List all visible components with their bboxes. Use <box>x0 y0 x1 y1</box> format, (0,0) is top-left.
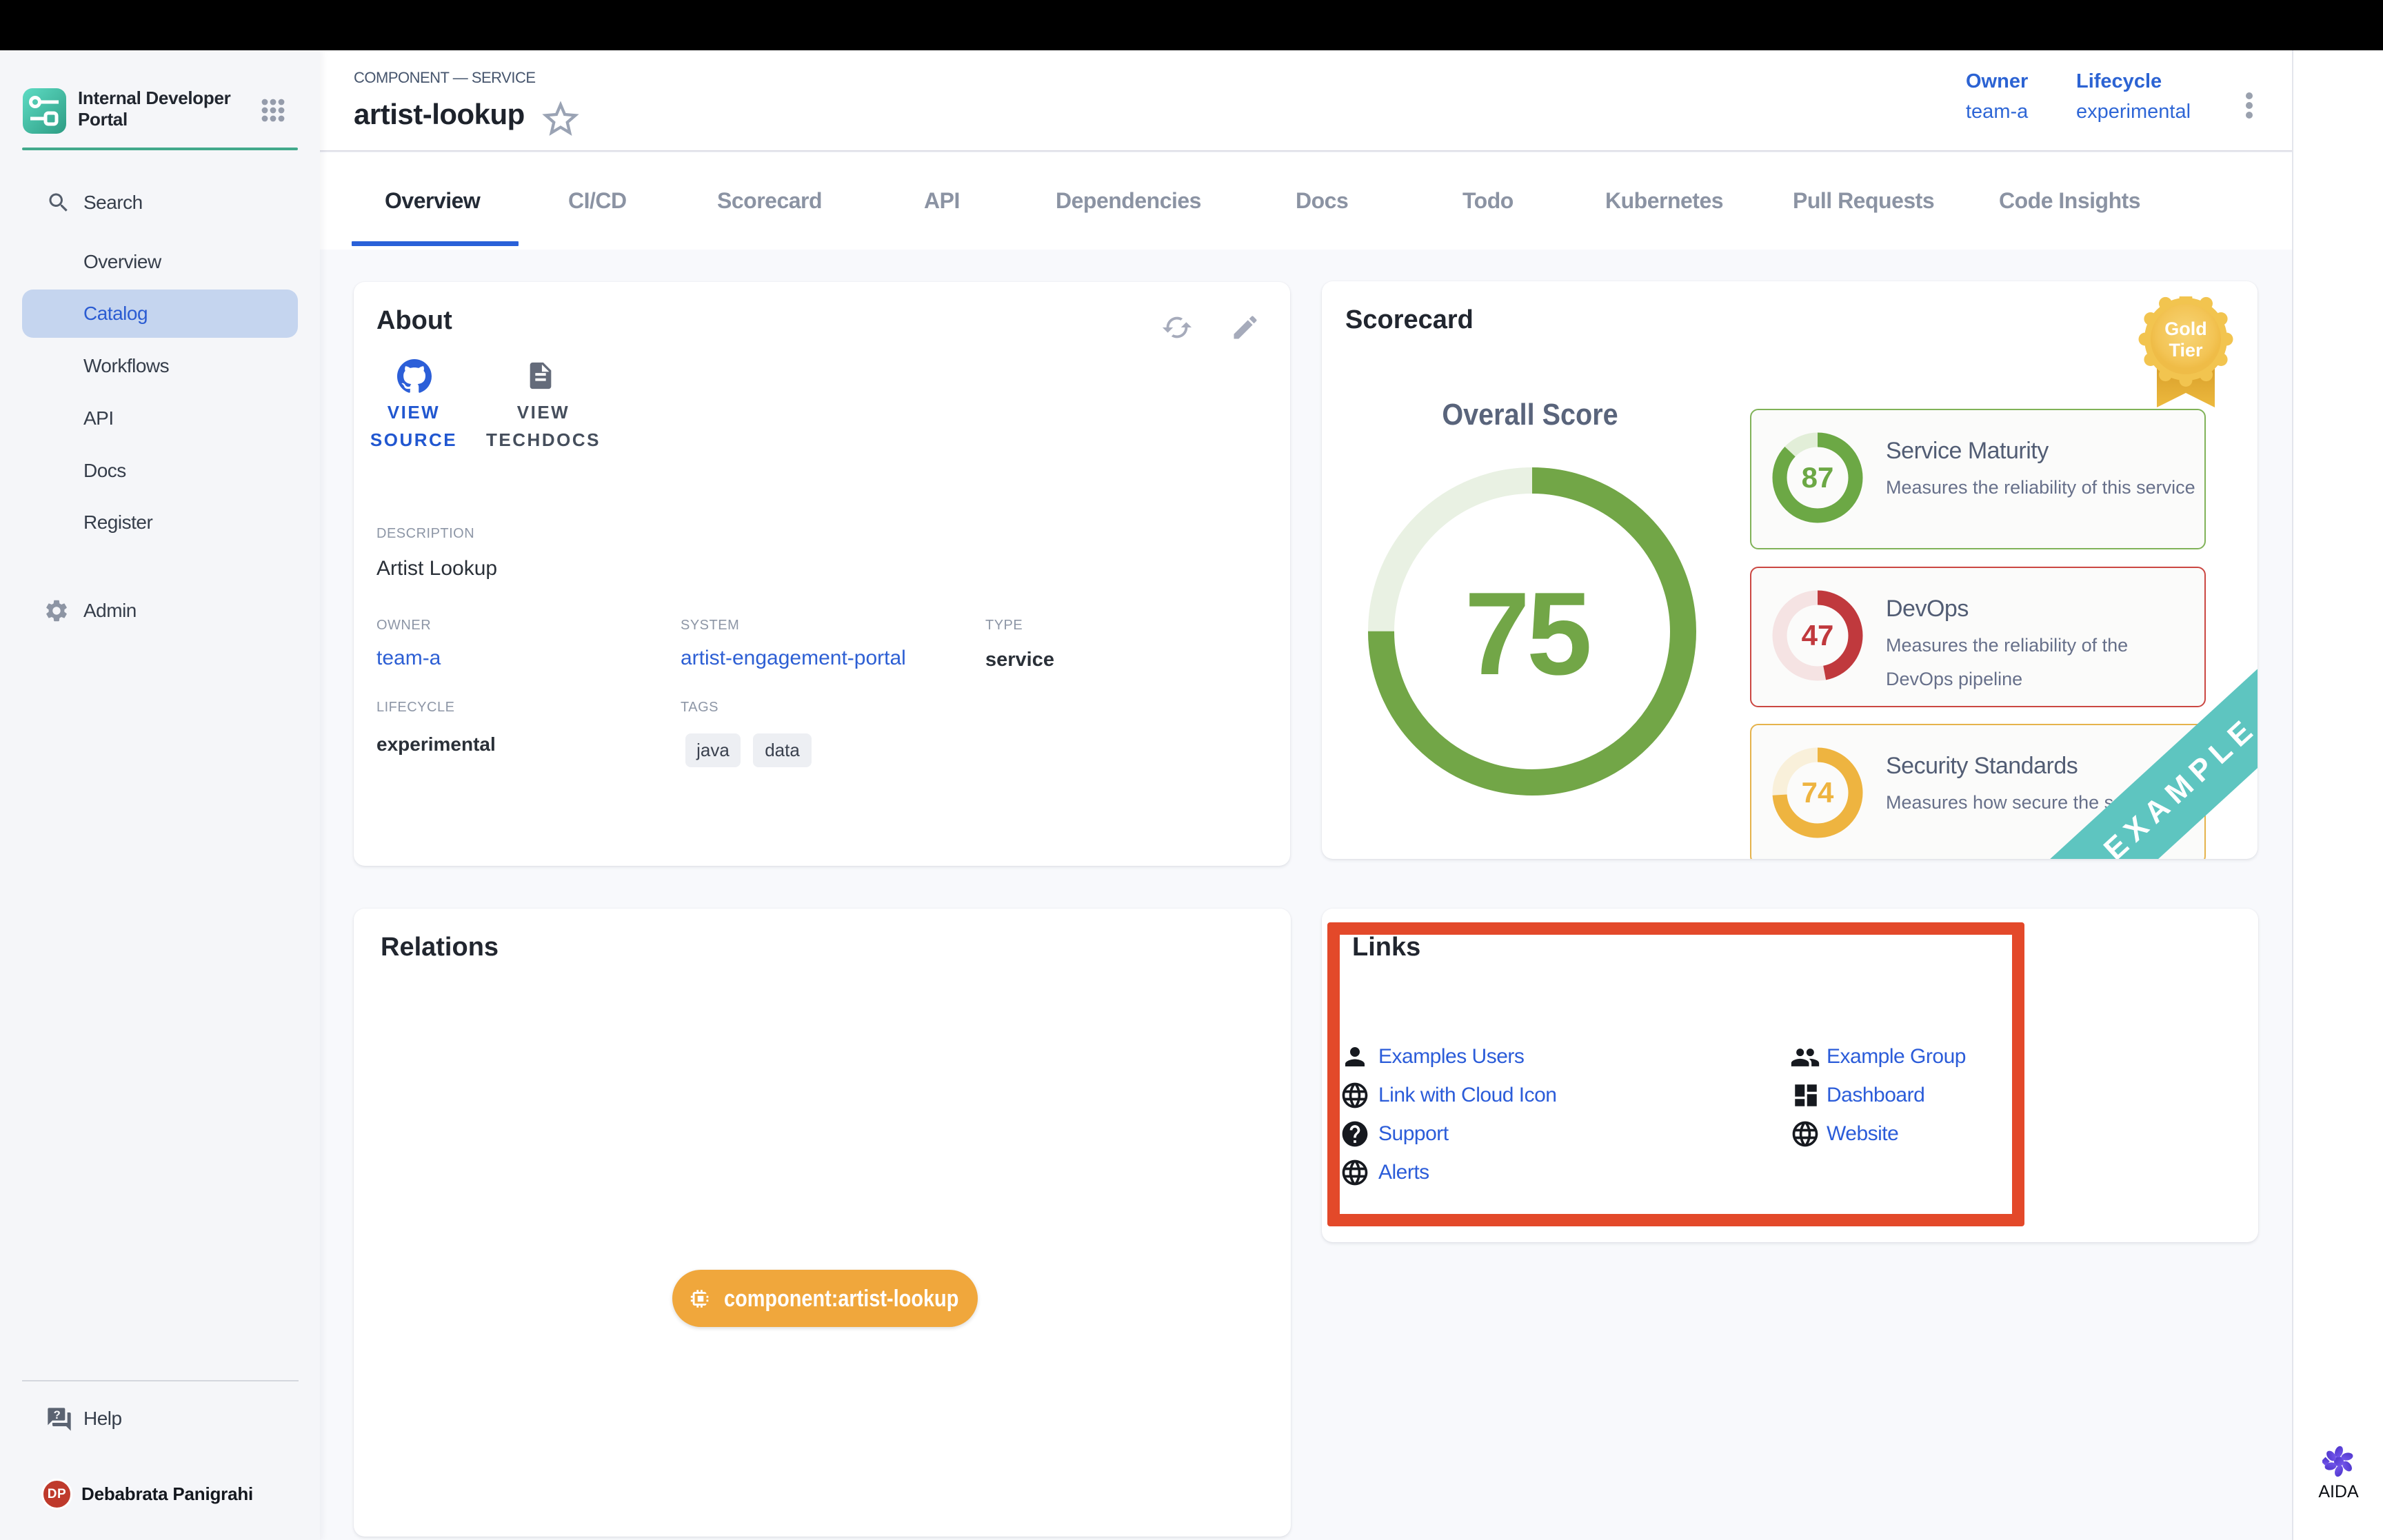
svg-text:75: 75 <box>1465 568 1589 700</box>
svg-text:Gold: Gold <box>2164 318 2207 339</box>
svg-text:Tier: Tier <box>2169 340 2203 361</box>
svg-text:?: ? <box>54 1408 61 1421</box>
